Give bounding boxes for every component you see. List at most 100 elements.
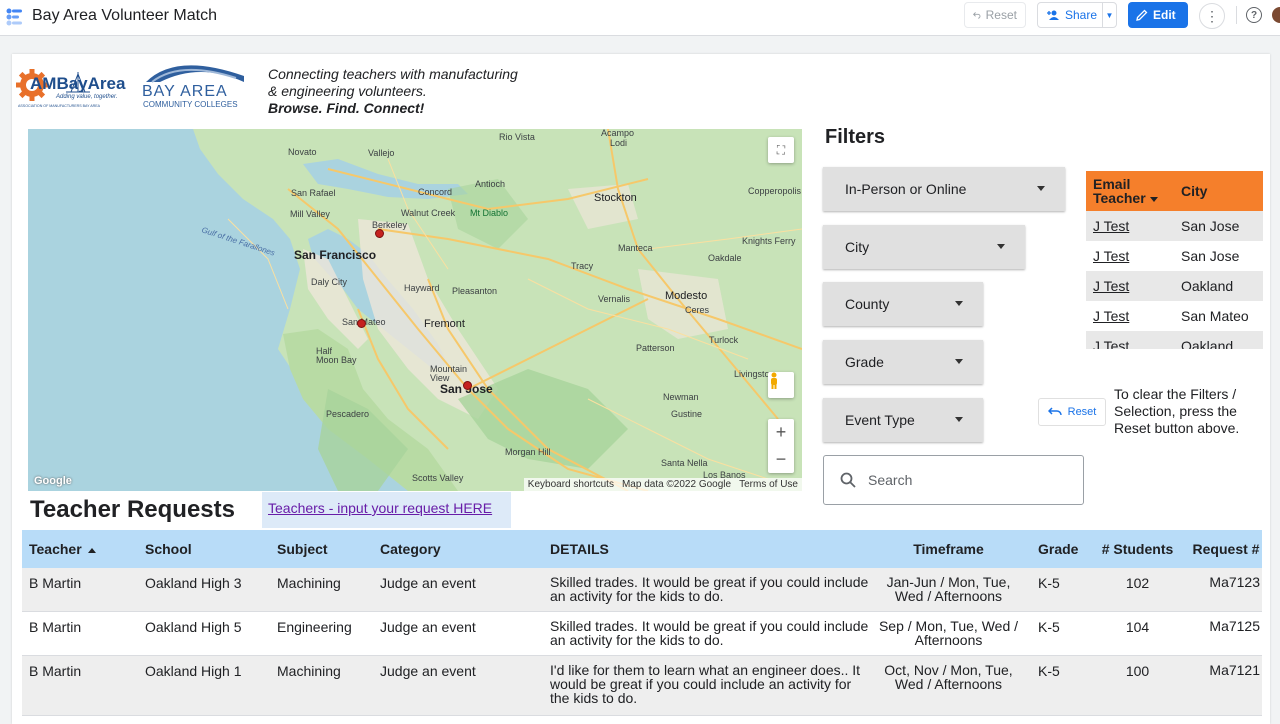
filter-dropdown-city[interactable]: City	[823, 225, 1025, 269]
map-label: Manteca	[618, 243, 653, 253]
students-cell: 102	[1125, 575, 1150, 591]
table-row[interactable]: J Test San Jose	[1086, 241, 1263, 271]
dropdown-arrow-icon	[1037, 186, 1045, 191]
map-label: Rio Vista	[499, 132, 535, 142]
filter-dropdown-county[interactable]: County	[823, 282, 983, 326]
email-teacher-link[interactable]: J Test	[1086, 308, 1174, 324]
table-row[interactable]: B Martin Oakland High 5 Engineering Judg…	[22, 612, 1262, 656]
teacher-requests-title: Teacher Requests	[30, 496, 235, 523]
email-teacher-link[interactable]: J Test	[1086, 248, 1174, 264]
table-row[interactable]: B Martin Oakland High 3 Machining Judge …	[22, 568, 1262, 612]
reset-label: Reset	[1067, 406, 1097, 418]
city-cell: Oakland	[1181, 278, 1234, 294]
column-header-students[interactable]: # Students	[1083, 541, 1185, 557]
dropdown-label: Grade	[845, 354, 884, 370]
search-icon	[840, 472, 856, 488]
table-row[interactable]: J Test Oakland	[1086, 271, 1263, 301]
map-label: Copperopolis	[748, 186, 802, 196]
filter-dropdown-in-person-online[interactable]: In-Person or Online	[823, 167, 1065, 211]
zoom-out-icon[interactable]: −	[768, 446, 794, 473]
zoom-in-icon[interactable]: +	[768, 419, 794, 446]
am-logo-slogan: Adding value, together.	[55, 94, 118, 100]
email-teacher-link[interactable]: J Test	[1086, 338, 1174, 349]
subject-cell: Machining	[277, 663, 341, 679]
table-row[interactable]: B Martin Oakland High 1 Machining Judge …	[22, 656, 1262, 716]
email-teacher-link[interactable]: J Test	[1086, 218, 1174, 234]
details-cell: I'd like for them to learn what an engin…	[550, 662, 861, 706]
timeframe-cell: Oct, Nov / Mon, Tue, Wed / Afternoons	[884, 662, 1013, 692]
column-header-email-teacher[interactable]: Email Teacher	[1086, 177, 1174, 205]
map-label: Santa Nella	[661, 458, 708, 468]
google-logo: Google	[34, 475, 72, 487]
column-header-details[interactable]: DETAILS	[543, 542, 873, 556]
map-label: Stockton	[594, 192, 637, 204]
teacher-requests-table: Teacher School Subject Category DETAILS …	[22, 530, 1262, 716]
table-row[interactable]: J Test San Mateo	[1086, 301, 1263, 331]
dropdown-arrow-icon	[955, 301, 963, 306]
help-icon[interactable]: ?	[1246, 7, 1262, 23]
fullscreen-icon[interactable]: ⛶	[768, 137, 794, 163]
students-cell: 100	[1125, 663, 1150, 679]
grade-cell: K-5	[1038, 663, 1060, 679]
terms-of-use-link[interactable]: Terms of Use	[739, 479, 798, 490]
column-header-timeframe[interactable]: Timeframe	[873, 542, 1024, 556]
filter-dropdown-grade[interactable]: Grade	[823, 340, 983, 384]
details-cell: Skilled trades. It would be great if you…	[550, 574, 869, 604]
map-label: Lodi	[610, 138, 628, 148]
reset-button[interactable]: Reset	[1038, 398, 1106, 426]
column-header-teacher[interactable]: Teacher	[22, 541, 138, 557]
map-label: Knights Ferry	[742, 236, 796, 246]
search-input[interactable]: Search	[823, 455, 1084, 505]
bay-area-community-colleges-logo: BAY AREA COMMUNITY COLLEGES	[142, 65, 244, 109]
table-row[interactable]: J Test Oakland	[1086, 331, 1263, 349]
map-label: Walnut Creek	[401, 208, 456, 218]
school-cell: Oakland High 3	[145, 575, 242, 591]
column-header-category[interactable]: Category	[373, 541, 543, 557]
tagline-line-2: & engineering volunteers.	[268, 83, 427, 99]
column-header-grade[interactable]: Grade	[1024, 541, 1083, 557]
avatar[interactable]	[1272, 7, 1280, 23]
filter-dropdown-event-type[interactable]: Event Type	[823, 398, 983, 442]
keyboard-shortcuts-link[interactable]: Keyboard shortcuts	[528, 479, 614, 490]
share-dropdown-icon[interactable]: ▼	[1102, 3, 1116, 27]
dropdown-label: Event Type	[845, 412, 915, 428]
map-label: San Francisco	[294, 248, 377, 262]
column-header-subject[interactable]: Subject	[270, 541, 373, 557]
share-button[interactable]: Share ▼	[1037, 2, 1117, 28]
am-logo-text: AMBayArea	[30, 74, 126, 93]
bay-logo-subtext: COMMUNITY COLLEGES	[143, 100, 238, 109]
undo-icon	[1047, 407, 1062, 416]
pencil-icon	[1136, 9, 1148, 21]
map-label: Modesto	[665, 290, 708, 302]
map-marker[interactable]	[357, 319, 366, 328]
map-label: Hayward	[404, 283, 440, 293]
tagline-line-1: Connecting teachers with manufacturing	[268, 66, 518, 82]
map-marker[interactable]	[463, 381, 472, 390]
map-label: Concord	[418, 187, 453, 197]
map-marker[interactable]	[375, 229, 384, 238]
dropdown-arrow-icon	[997, 244, 1005, 249]
table-row[interactable]: J Test San Jose	[1086, 211, 1263, 241]
map-label: Gustine	[671, 409, 703, 419]
teacher-input-request-link[interactable]: Teachers - input your request HERE	[262, 492, 511, 528]
column-header-request-number[interactable]: Request #	[1185, 542, 1260, 556]
reset-instructions: To clear the Filters / Selection, press …	[1114, 386, 1240, 436]
column-header-city[interactable]: City	[1174, 183, 1207, 199]
more-options-icon[interactable]: ⋮	[1199, 3, 1225, 29]
map-label: Acampo	[601, 129, 635, 138]
email-teacher-link[interactable]: J Test	[1086, 278, 1174, 294]
city-cell: Oakland	[1181, 338, 1234, 349]
looker-studio-logo-icon[interactable]	[4, 7, 24, 27]
dropdown-arrow-icon	[955, 359, 963, 364]
edit-button[interactable]: Edit	[1128, 2, 1188, 28]
street-view-pegman-icon[interactable]	[768, 372, 794, 398]
toolbar-reset-button[interactable]: Reset	[964, 2, 1026, 28]
add-person-icon	[1047, 10, 1059, 20]
dropdown-label: County	[845, 296, 890, 312]
undo-icon	[973, 12, 981, 19]
bay-logo-text: BAY AREA	[142, 83, 228, 100]
map[interactable]: Gulf of the Farallones San Francisco San…	[28, 129, 802, 491]
map-label: Daly City	[311, 277, 348, 287]
column-header-school[interactable]: School	[138, 541, 270, 557]
toolbar-reset-label: Reset	[985, 8, 1017, 22]
